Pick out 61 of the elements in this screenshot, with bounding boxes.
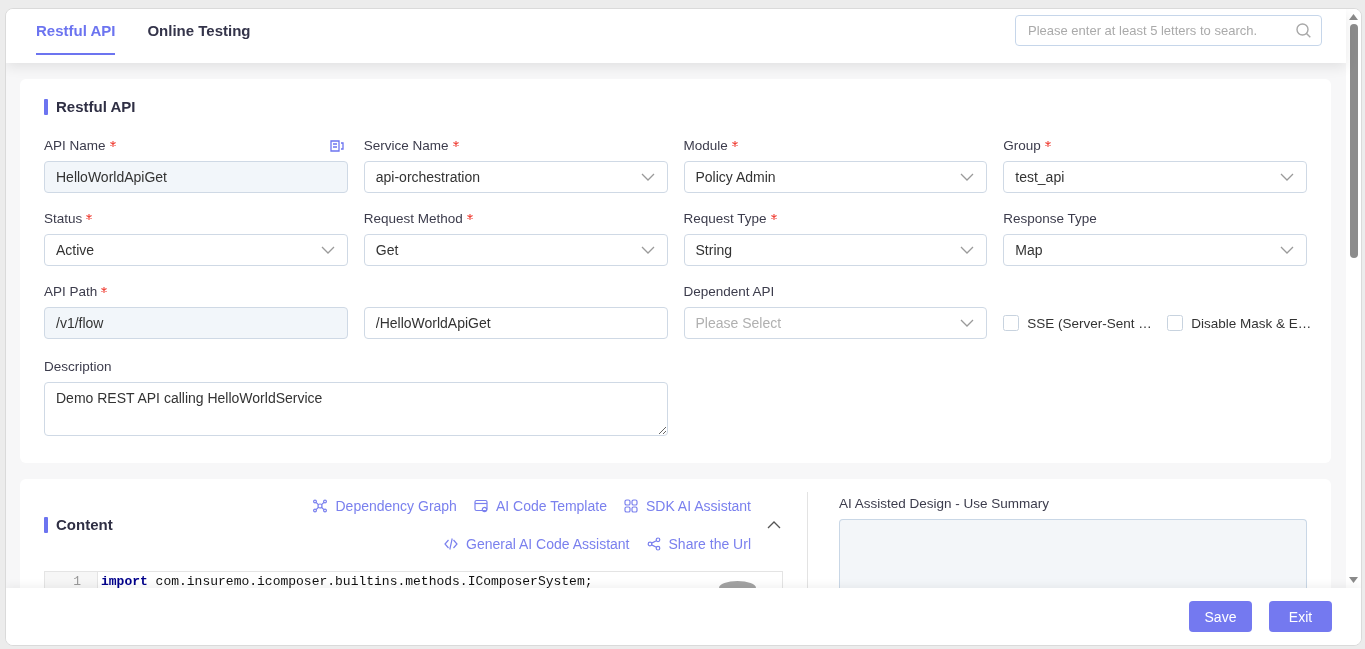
field-label: Response Type [1003, 211, 1097, 227]
floating-button[interactable] [719, 581, 756, 588]
toolbar-link[interactable]: General AI Code Assistant [444, 534, 630, 554]
code-line: import com.insuremo.icomposer.builtins.methods.IComposerSystem; [101, 573, 593, 588]
checkbox[interactable] [1167, 315, 1184, 331]
summary-field[interactable] [839, 519, 1307, 588]
toolbar-link[interactable]: SDK AI Assistant [623, 496, 751, 516]
chevron-down-icon [960, 246, 975, 254]
search-field[interactable]: Please enter at least 5 letters to search. [1015, 15, 1322, 46]
scrollbar-thumb[interactable] [1349, 24, 1358, 258]
chevron-down-icon [960, 173, 975, 181]
field-label: API Name [44, 138, 106, 154]
field-label: Request Type [683, 211, 767, 227]
chevron-up-icon[interactable] [767, 521, 781, 529]
field-label: AI Assisted Design - Use Summary [839, 496, 1050, 512]
search-icon[interactable] [1296, 23, 1311, 38]
line-number: 1 [72, 573, 82, 588]
field-label: API Path [44, 284, 98, 300]
accent-bar-icon [44, 517, 48, 533]
chevron-down-icon [1280, 246, 1294, 254]
select-field[interactable]: Active [44, 234, 348, 266]
toolbar-link[interactable]: AI Code Template [473, 496, 607, 516]
chevron-down-icon [1280, 173, 1294, 181]
grid-icon [623, 499, 638, 513]
network-icon [313, 499, 328, 513]
code-icon [444, 537, 459, 551]
tab[interactable]: Online Testing [147, 15, 251, 55]
chevron-down-icon [960, 319, 975, 327]
checkbox[interactable] [1003, 315, 1020, 331]
select-field[interactable]: api-orchestration [363, 161, 668, 193]
select-field[interactable]: test_api [1003, 161, 1307, 193]
field-label: Service Name [363, 138, 449, 154]
checkbox-label: Disable Mask & E… [1191, 315, 1312, 331]
footer-button[interactable]: Exit [1269, 601, 1332, 632]
field-label: Request Method [363, 211, 463, 227]
share-icon [646, 537, 661, 551]
chevron-down-icon [640, 173, 655, 181]
select-field[interactable]: Get [363, 234, 668, 266]
window-gear-icon [473, 499, 488, 513]
footer-button[interactable]: Save [1189, 601, 1252, 632]
chevron-down-icon [320, 246, 335, 254]
field-label: Group [1003, 138, 1041, 154]
field-label: Description [44, 359, 112, 375]
select-field[interactable]: String [683, 234, 988, 266]
text-input[interactable]: /HelloWorldApiGet [363, 307, 668, 339]
checkbox-label: SSE (Server-Sent … [1027, 315, 1152, 331]
scroll-down-arrow-icon[interactable] [1349, 577, 1358, 583]
tab[interactable]: Restful API [36, 15, 116, 55]
accent-bar-icon [44, 99, 48, 115]
toolbar-link[interactable]: Dependency Graph [313, 496, 457, 516]
section-title: Restful API [56, 98, 136, 116]
toolbar-link[interactable]: Share the Url [646, 534, 751, 554]
field-label: Module [683, 138, 728, 154]
field-label: Dependent API [683, 284, 775, 300]
description-field[interactable]: Demo REST API calling HelloWorldService [44, 382, 668, 436]
field-label: Status [44, 211, 83, 227]
section-title: Content [56, 516, 113, 534]
chevron-down-icon [640, 246, 655, 254]
select-field[interactable]: Policy Admin [683, 161, 988, 193]
scroll-up-arrow-icon[interactable] [1349, 14, 1358, 20]
select-field[interactable]: Map [1003, 234, 1307, 266]
